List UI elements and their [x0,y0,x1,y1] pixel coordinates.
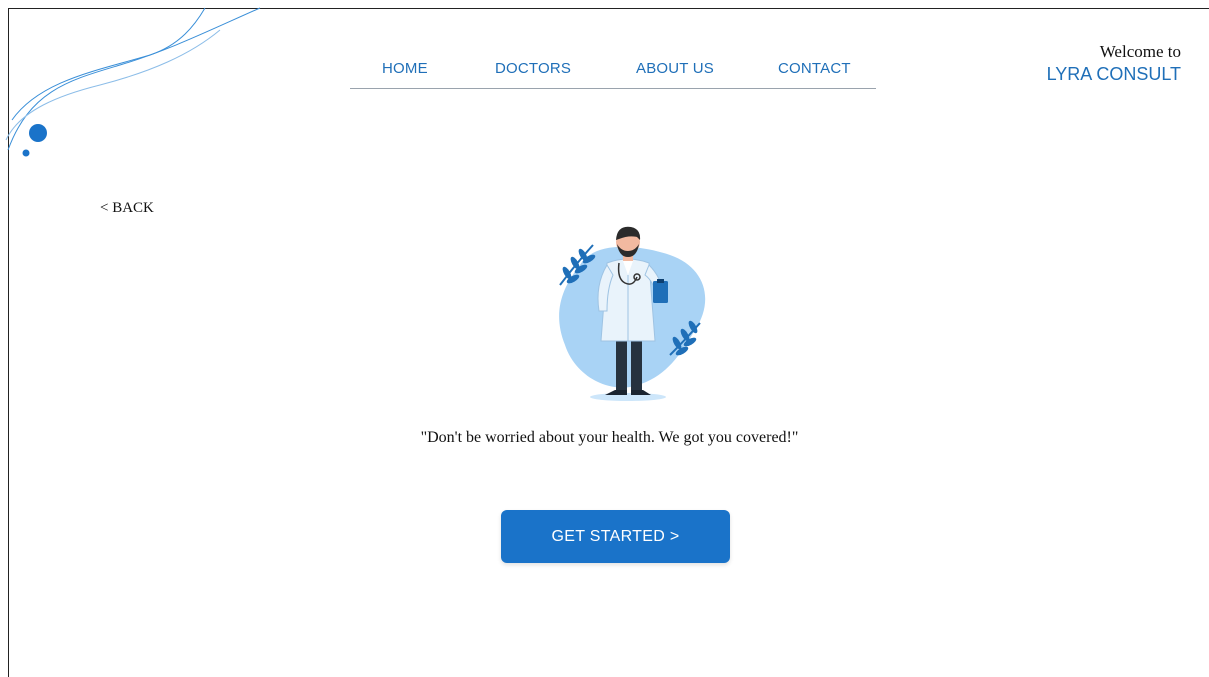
get-started-button[interactable]: GET STARTED > [501,510,730,563]
doctor-illustration-icon [559,226,706,401]
main-nav: HOME DOCTORS ABOUT US CONTACT [350,60,876,89]
brand-name: LYRA CONSULT [1046,64,1181,84]
nav-about-us-link[interactable]: ABOUT US [636,60,714,77]
back-link[interactable]: < BACK [100,200,154,217]
decorative-curves [5,7,261,157]
welcome-text: Welcome to [1099,42,1181,61]
nav-home-link[interactable]: HOME [382,60,428,77]
welcome-block: Welcome to LYRA CONSULT [1047,40,1181,86]
tagline-quote: "Don't be worried about your health. We … [420,429,799,446]
nav-doctors-link[interactable]: DOCTORS [495,60,571,77]
nav-contact-link[interactable]: CONTACT [778,60,851,77]
